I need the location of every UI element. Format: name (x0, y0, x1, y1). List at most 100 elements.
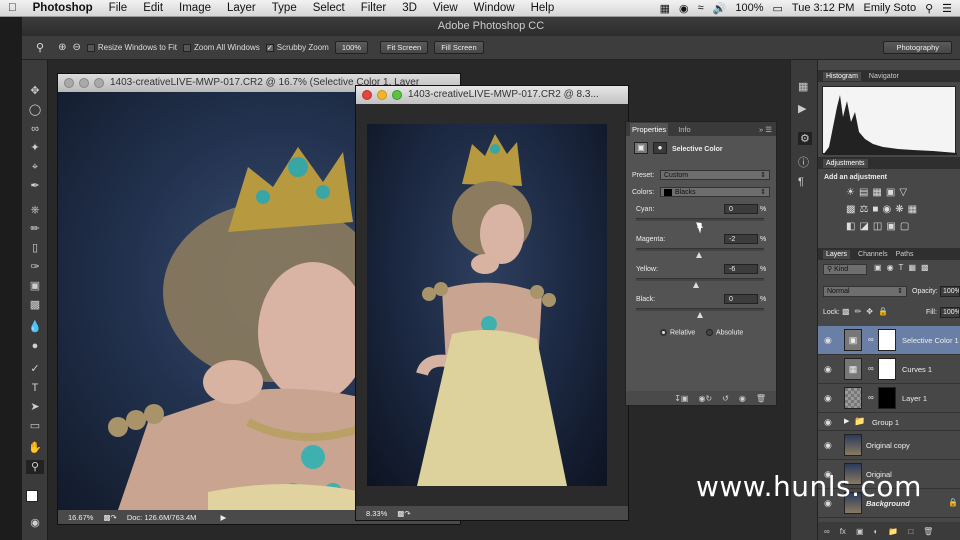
workspace-switcher[interactable]: Photography (883, 41, 952, 54)
relative-radio[interactable]: Relative (660, 329, 695, 336)
zoom-tool-icon[interactable]: ⚲ (36, 41, 44, 54)
gradient-map-icon[interactable]: ▢ (900, 221, 913, 232)
menu-edit[interactable]: Edit (135, 2, 171, 14)
black-input[interactable]: 0 (724, 294, 758, 304)
magenta-slider[interactable] (636, 248, 764, 258)
channel-mixer-icon[interactable]: ❋ (895, 204, 907, 215)
info-icon[interactable]: ⓘ (798, 154, 809, 170)
yellow-input[interactable]: -6 (724, 264, 758, 274)
menu-select[interactable]: Select (305, 2, 353, 14)
layer-row-curves[interactable]: ◉ ▦ ∞ Curves 1 (818, 355, 960, 384)
mask-icon[interactable]: ● (653, 142, 667, 154)
doc2-zoom-level[interactable]: 8.33% (366, 509, 387, 518)
new-adjustment-icon[interactable]: ◐ (874, 527, 879, 536)
list-icon[interactable]: ☰ (942, 2, 952, 15)
filter-type-icon[interactable]: T (899, 263, 909, 272)
menu-type[interactable]: Type (264, 2, 305, 14)
delete-layer-icon[interactable]: 🗑 (923, 527, 933, 536)
selective-color-adj-icon[interactable]: ▣ (886, 221, 899, 232)
eye-icon[interactable]: ◉ (824, 417, 832, 428)
doc1-zoom-level[interactable]: 16.67% (68, 513, 93, 522)
brush-tool-icon[interactable]: ✏ (26, 222, 44, 236)
fx-icon[interactable]: fx (840, 527, 846, 536)
brightness-icon[interactable]: ☀ (846, 187, 859, 198)
eraser-tool-icon[interactable]: ▣ (26, 279, 44, 293)
resize-windows-checkbox[interactable]: Resize Windows to Fit (86, 43, 177, 52)
invert-icon[interactable]: ◧ (846, 221, 859, 232)
threshold-icon[interactable]: ◫ (873, 221, 886, 232)
doc1-share-icon[interactable]: ▩↷ (103, 513, 116, 522)
fit-screen-button[interactable]: Fit Screen (380, 41, 429, 54)
layer-row-selective-color[interactable]: ◉ ▣ ∞ Selective Color 1 (818, 326, 960, 355)
doc2-share-icon[interactable]: ▩↷ (397, 509, 410, 518)
fill-screen-button[interactable]: Fill Screen (434, 41, 484, 54)
color-balance-icon[interactable]: ⚖ (859, 204, 872, 215)
opacity-input[interactable]: 100% (940, 286, 960, 297)
menu-help[interactable]: Help (523, 2, 563, 14)
layer-kind-filter[interactable]: ⚲ Kind (823, 264, 867, 275)
doc1-doc-size[interactable]: Doc: 126.6M/763.4M (127, 513, 197, 522)
tab-layers[interactable]: Layers (823, 249, 851, 259)
menu-file[interactable]: File (101, 2, 136, 14)
panel-menu-icon[interactable]: » ☰ (759, 125, 772, 134)
reset-icon[interactable]: ↺ (722, 394, 729, 403)
layer-row-group1[interactable]: ◉ ▶ 📁 Group 1 (818, 413, 960, 431)
close-icon[interactable] (64, 78, 74, 88)
vibrance-icon[interactable]: ▽ (899, 187, 911, 198)
marquee-tool-icon[interactable]: ◯ (26, 103, 44, 117)
wifi-icon[interactable]: ≈ (698, 2, 704, 14)
photo-filter-icon[interactable]: ◉ (882, 204, 895, 215)
layer-name[interactable]: Selective Color 1 (902, 336, 959, 345)
clip-to-layer-icon[interactable]: ↧▣ (674, 394, 688, 403)
type-tool-icon[interactable]: T (26, 381, 44, 395)
layer-name[interactable]: Curves 1 (902, 365, 932, 374)
slider-thumb[interactable] (696, 252, 702, 258)
exposure-icon[interactable]: ▣ (886, 187, 899, 198)
history-brush-icon[interactable]: ✑ (26, 260, 44, 274)
apple-icon[interactable]:  (0, 2, 25, 14)
actions-icon[interactable]: ▶ (798, 102, 806, 115)
zoom-out-icon[interactable]: ⊖ (72, 42, 80, 53)
magenta-input[interactable]: -2 (724, 234, 758, 244)
foreground-color-swatch[interactable] (26, 490, 38, 502)
blend-mode-dropdown[interactable]: Normal ⇕ (823, 286, 907, 297)
volume-icon[interactable]: 🔊 (713, 2, 727, 15)
menu-filter[interactable]: Filter (353, 2, 395, 14)
minimize-icon[interactable] (377, 90, 387, 100)
doc2-title-bar[interactable]: 1403-creativeLIVE-MWP-017.CR2 @ 8.3... (356, 86, 628, 104)
layer-mask-thumbnail[interactable] (878, 358, 896, 380)
filter-smart-icon[interactable]: ▩ (921, 263, 934, 272)
history-icon[interactable]: ▦ (798, 80, 808, 93)
layer-name[interactable]: Layer 1 (902, 394, 927, 403)
zoom-all-checkbox[interactable]: Zoom All Windows (182, 43, 260, 52)
new-group-icon[interactable]: 📁 (888, 527, 898, 536)
tab-navigator[interactable]: Navigator (869, 73, 899, 80)
levels-icon[interactable]: ▤ (859, 187, 872, 198)
lock-transparent-icon[interactable]: ▩ (842, 307, 855, 316)
eye-icon[interactable]: ◉ (824, 364, 832, 375)
hue-saturation-icon[interactable]: ▩ (846, 204, 859, 215)
link-icon[interactable]: ∞ (868, 335, 874, 344)
tab-paths[interactable]: Paths (896, 251, 914, 258)
link-icon[interactable]: ∞ (868, 393, 874, 402)
link-layers-icon[interactable]: ∞ (824, 527, 830, 536)
quick-mask-icon[interactable]: ◉ (26, 516, 44, 530)
tab-info[interactable]: Info (678, 125, 691, 134)
layer-mask-thumbnail[interactable] (878, 387, 896, 409)
fill-input[interactable]: 100% (940, 307, 960, 318)
document-window-2[interactable]: 1403-creativeLIVE-MWP-017.CR2 @ 8.3... 8… (355, 85, 629, 521)
posterize-icon[interactable]: ◪ (859, 221, 872, 232)
eye-icon[interactable]: ◉ (824, 440, 832, 451)
preset-dropdown[interactable]: Custom ⇕ (660, 170, 770, 180)
tab-adjustments[interactable]: Adjustments (823, 158, 868, 168)
dropbox-icon[interactable]: ▦ (660, 2, 670, 15)
absolute-radio[interactable]: Absolute (706, 329, 743, 336)
expand-arrow-icon[interactable]: ▶ (844, 417, 849, 425)
curves-icon[interactable]: ▦ (872, 187, 885, 198)
battery-icon[interactable]: ▭ (773, 2, 783, 15)
doc2-canvas-photo[interactable] (367, 124, 607, 486)
filter-shape-icon[interactable]: ▦ (908, 263, 921, 272)
eye-icon[interactable]: ◉ (824, 393, 832, 404)
minimize-icon[interactable] (79, 78, 89, 88)
layer-mask-thumbnail[interactable] (878, 329, 896, 351)
